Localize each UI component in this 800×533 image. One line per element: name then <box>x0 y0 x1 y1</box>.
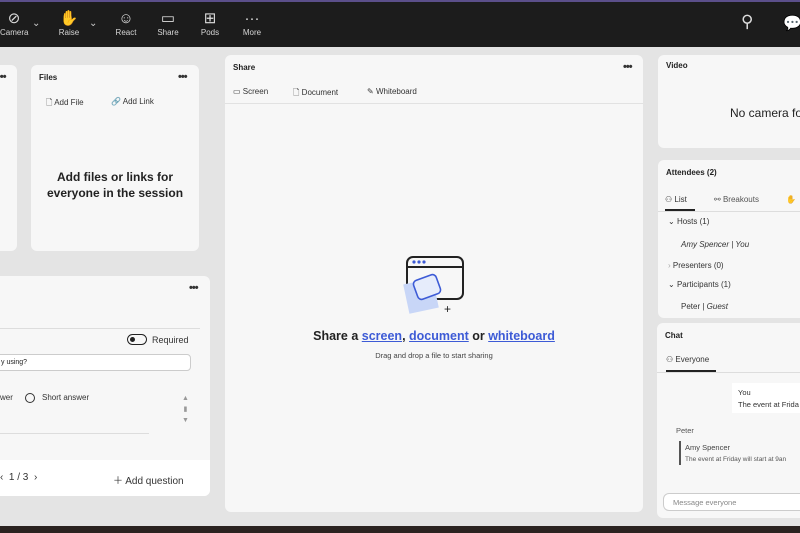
share-document-link[interactable]: document <box>409 329 469 343</box>
grid-icon: ⊞ <box>203 10 217 27</box>
svg-text:+: + <box>444 302 451 316</box>
tab-list[interactable]: ⚇ List <box>665 195 687 204</box>
chat-title: Chat <box>665 331 683 340</box>
participants-group[interactable]: ⌄ Participants (1) <box>668 280 731 289</box>
chat-bubble-icon[interactable]: 💬 <box>783 14 800 32</box>
chat-panel: Chat ⚇ Everyone You The event at Frida P… <box>657 323 800 518</box>
quoted-sender: Amy Spencer <box>685 443 731 452</box>
share-illustration-icon: + <box>403 256 464 316</box>
hosts-group[interactable]: ⌄ Hosts (1) <box>668 217 709 226</box>
share-whiteboard-link[interactable]: whiteboard <box>488 329 555 343</box>
files-title: Files <box>39 73 58 82</box>
more-options-icon[interactable]: ••• <box>189 282 199 294</box>
message-sender: Peter <box>676 426 694 435</box>
video-panel: Video No camera fo <box>658 55 800 148</box>
short-answer-label: Short answer <box>42 393 90 402</box>
more-options-icon[interactable]: ••• <box>0 71 7 83</box>
pencil-icon: ✎ <box>367 87 374 96</box>
add-link-button[interactable]: 🔗 Add Link <box>111 97 154 106</box>
smile-icon: ☺ <box>118 10 134 27</box>
share-button[interactable]: ▭ Share <box>148 10 188 37</box>
tab-screen[interactable]: ▭ Screen <box>233 87 268 96</box>
add-file-button[interactable]: 🗋 Add File <box>46 97 84 111</box>
file-icon: 🗋 <box>46 98 53 107</box>
people-icon: ⚇ <box>665 195 673 204</box>
more-button[interactable]: ··· More <box>232 10 272 37</box>
prev-page-button[interactable]: ‹ <box>0 472 3 483</box>
pods-button[interactable]: ⊞ Pods <box>190 10 230 37</box>
share-headline: Share a screen, document or whiteboard <box>313 329 555 343</box>
message-text: The event at Frida <box>738 400 799 409</box>
video-message: No camera fo <box>730 106 800 120</box>
raise-options-chevron-icon[interactable]: ⌄ <box>89 18 97 29</box>
bottom-strip <box>0 526 800 533</box>
poll-panel: ••• Required y using? wer Short answer ▲… <box>0 276 210 496</box>
presenters-group[interactable]: › Presenters (0) <box>668 261 724 270</box>
pagination: ‹ 1 / 3 › <box>0 472 38 483</box>
option-label: wer <box>0 393 13 402</box>
required-label: Required <box>152 335 189 345</box>
question-input[interactable]: y using? <box>0 354 191 371</box>
scrollbar[interactable]: ▲ ▮ ▼ <box>182 393 189 426</box>
react-button[interactable]: ☺ React <box>106 10 146 37</box>
next-page-button[interactable]: › <box>34 472 37 483</box>
message-sender: You <box>738 388 751 397</box>
top-toolbar: ⊘ Camera ⌄ ✋ Raise ⌄ ☺ React ▭ Share ⊞ Pods ·… <box>0 0 800 47</box>
camera-button[interactable]: ⊘ Camera <box>0 10 32 37</box>
more-options-icon[interactable]: ••• <box>178 71 188 83</box>
link-icon: 🔗 <box>111 97 121 106</box>
raise-hand-tab-icon[interactable]: ✋ <box>786 195 796 204</box>
camera-options-chevron-icon[interactable]: ⌄ <box>32 18 40 29</box>
hand-icon: ✋ <box>59 10 79 27</box>
camera-off-icon: ⊘ <box>7 10 21 27</box>
more-options-icon[interactable]: ••• <box>623 61 633 73</box>
share-title: Share <box>233 63 256 72</box>
raise-button[interactable]: ✋ Raise <box>49 10 89 37</box>
breakout-icon: ⚯ <box>714 195 721 204</box>
tab-document[interactable]: 🗋 Document <box>293 87 338 101</box>
video-title: Video <box>666 61 688 70</box>
short-answer-radio[interactable] <box>25 393 35 403</box>
participant-attendee[interactable]: Peter | Guest <box>681 302 728 311</box>
required-toggle[interactable] <box>127 334 147 345</box>
tab-everyone[interactable]: ⚇ Everyone <box>666 355 709 364</box>
tab-whiteboard[interactable]: ✎ Whiteboard <box>367 87 417 96</box>
search-icon[interactable]: ⚲ <box>741 12 753 32</box>
share-screen-link[interactable]: screen <box>362 329 402 343</box>
document-icon: 🗋 <box>293 88 300 97</box>
monitor-icon: ▭ <box>233 87 241 96</box>
more-icon: ··· <box>244 10 260 27</box>
people-icon: ⚇ <box>666 355 674 364</box>
quoted-text: The event at Friday will start at 9an <box>685 456 787 463</box>
share-hint: Drag and drop a file to start sharing <box>375 351 493 360</box>
share-panel: Share ••• ▭ Screen 🗋 Document ✎ Whiteboa… <box>225 55 643 512</box>
left-partial-panel: ••• <box>0 65 17 251</box>
files-panel: Files ••• 🗋 Add File 🔗 Add Link Add file… <box>31 65 199 251</box>
attendees-panel: Attendees (2) ⚇ List ⚯ Breakouts ✋ ⌄ Hos… <box>658 160 800 318</box>
monitor-icon: ▭ <box>160 10 176 27</box>
attendees-title: Attendees (2) <box>666 168 717 177</box>
chat-message-input[interactable]: Message everyone <box>663 493 800 511</box>
host-attendee[interactable]: Amy Spencer | You <box>681 240 749 249</box>
plus-icon: ＋ <box>113 476 123 487</box>
tab-breakouts[interactable]: ⚯ Breakouts <box>714 195 759 204</box>
files-empty-message: Add files or links for everyone in the s… <box>46 170 184 200</box>
add-question-button[interactable]: ＋ Add question <box>113 472 184 487</box>
